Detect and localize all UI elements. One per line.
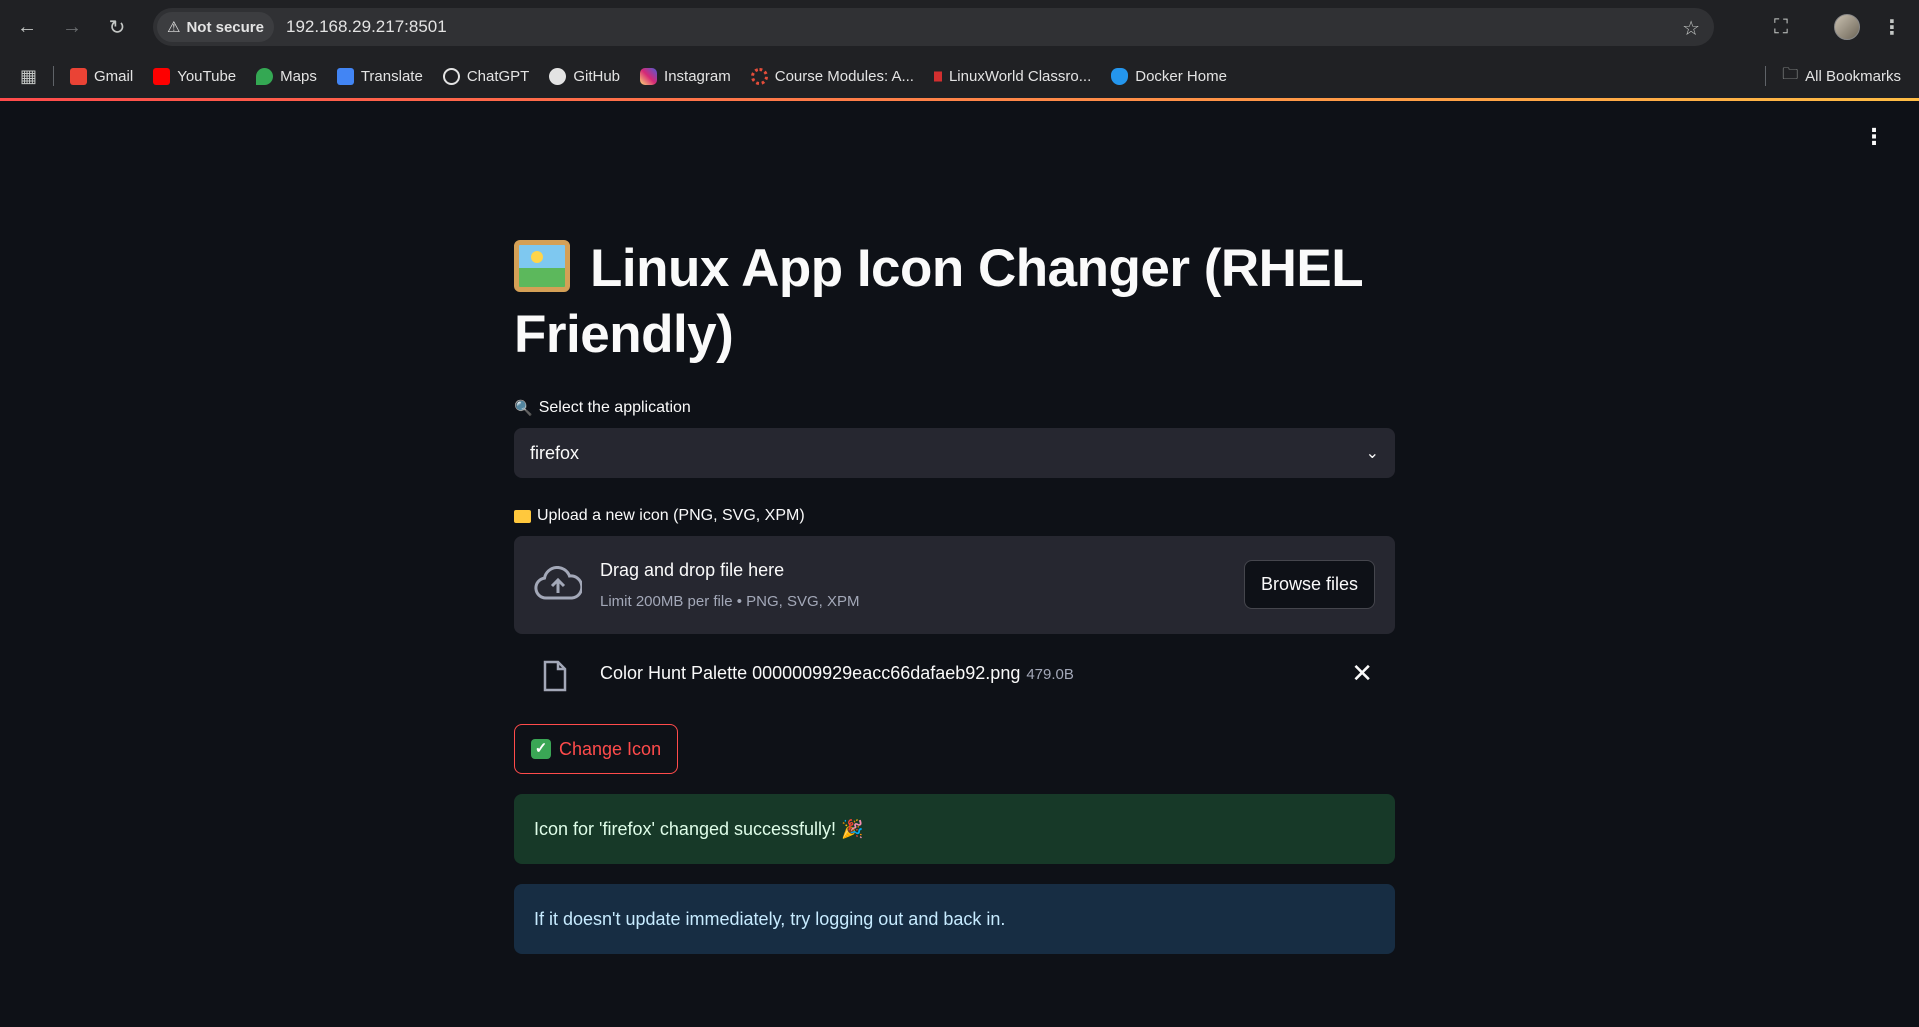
chatgpt-icon bbox=[442, 67, 460, 85]
bookmark-youtube[interactable]: YouTube bbox=[143, 61, 246, 91]
back-icon[interactable]: ← bbox=[12, 12, 42, 42]
bookmark-github[interactable]: GitHub bbox=[539, 61, 630, 91]
cloud-upload-icon bbox=[534, 566, 582, 600]
magnifier-icon: 🔍 bbox=[514, 400, 533, 417]
upload-label: Upload a new icon (PNG, SVG, XPM) bbox=[514, 504, 1395, 528]
all-bookmarks[interactable]: 🗀 All Bookmarks bbox=[1772, 61, 1919, 91]
bookmark-linuxworld[interactable]: LinuxWorld Classro... bbox=[924, 61, 1101, 91]
main-content: Linux App Icon Changer (RHEL Friendly) 🔍… bbox=[514, 236, 1395, 954]
all-bookmarks-label: All Bookmarks bbox=[1805, 67, 1901, 85]
bookmark-label: Translate bbox=[360, 67, 423, 85]
app-header-decoration bbox=[0, 98, 1919, 101]
bookmark-label: ChatGPT bbox=[466, 67, 530, 85]
instagram-icon bbox=[640, 67, 658, 85]
address-bar[interactable]: ⚠ Not secure 192.168.29.217:8501 ☆ bbox=[153, 8, 1714, 46]
application-select[interactable]: firefox ⌄ bbox=[514, 428, 1395, 478]
bookmark-label: Course Modules: A... bbox=[774, 67, 914, 85]
github-icon bbox=[549, 67, 567, 85]
maps-icon bbox=[256, 67, 274, 85]
selected-app-value: firefox bbox=[530, 442, 580, 463]
info-alert: If it doesn't update immediately, try lo… bbox=[514, 884, 1395, 954]
course-modules-icon bbox=[750, 67, 768, 85]
divider bbox=[1765, 66, 1767, 86]
bookmark-star-icon[interactable]: ☆ bbox=[1682, 16, 1700, 41]
app-menu-icon[interactable]: ⋮ bbox=[1863, 124, 1885, 150]
bookmark-chatgpt[interactable]: ChatGPT bbox=[433, 61, 540, 91]
bookmark-label: Maps bbox=[280, 67, 317, 85]
apps-grid-icon[interactable]: ▦ bbox=[0, 61, 47, 91]
change-icon-button[interactable]: ✓ Change Icon bbox=[514, 724, 679, 774]
folder-icon bbox=[514, 509, 531, 523]
bookmark-label: Gmail bbox=[94, 67, 134, 85]
select-label: 🔍 Select the application bbox=[514, 396, 1395, 420]
chevron-down-icon: ⌄ bbox=[1365, 445, 1379, 462]
success-alert: Icon for 'firefox' changed successfully!… bbox=[514, 794, 1395, 864]
translate-icon bbox=[336, 67, 354, 85]
warning-icon: ⚠ bbox=[167, 19, 181, 36]
bookmark-docker[interactable]: Docker Home bbox=[1101, 61, 1237, 91]
file-name: Color Hunt Palette 0000009929eacc66dafae… bbox=[600, 663, 1074, 684]
divider bbox=[53, 66, 55, 86]
bookmark-label: Docker Home bbox=[1135, 67, 1227, 85]
upload-label-text: Upload a new icon (PNG, SVG, XPM) bbox=[537, 507, 805, 524]
bookmark-instagram[interactable]: Instagram bbox=[630, 61, 741, 91]
remove-file-icon[interactable]: ✕ bbox=[1351, 658, 1373, 689]
browser-menu-icon[interactable]: ⋮ bbox=[1877, 12, 1907, 42]
uploaded-file-row: Color Hunt Palette 0000009929eacc66dafae… bbox=[514, 644, 1395, 704]
bookmarks-bar: ▦ Gmail YouTube Maps Translate ChatGPT G… bbox=[0, 54, 1919, 98]
file-dropzone[interactable]: Drag and drop file here Limit 200MB per … bbox=[514, 536, 1395, 634]
success-message: Icon for 'firefox' changed successfully!… bbox=[534, 818, 864, 839]
url-text[interactable]: 192.168.29.217:8501 bbox=[286, 17, 447, 37]
youtube-icon bbox=[153, 67, 171, 85]
check-mark-icon: ✓ bbox=[531, 739, 551, 759]
page-title: Linux App Icon Changer (RHEL Friendly) bbox=[514, 236, 1395, 368]
browse-files-button[interactable]: Browse files bbox=[1243, 560, 1375, 609]
file-size: 479.0B bbox=[1026, 666, 1074, 683]
change-icon-label: Change Icon bbox=[559, 738, 662, 759]
bookmark-label: Instagram bbox=[664, 67, 731, 85]
dropzone-title: Drag and drop file here bbox=[600, 560, 785, 580]
framed-picture-icon bbox=[514, 240, 570, 292]
bookmark-label: YouTube bbox=[177, 67, 237, 85]
file-icon bbox=[543, 660, 567, 692]
reload-icon[interactable]: ↻ bbox=[102, 12, 132, 42]
info-message: If it doesn't update immediately, try lo… bbox=[534, 908, 1006, 929]
browser-toolbar: ← → ↻ ⚠ Not secure 192.168.29.217:8501 ☆… bbox=[0, 0, 1919, 54]
profile-avatar[interactable] bbox=[1834, 14, 1860, 40]
extensions-icon[interactable]: ⛶ bbox=[1766, 12, 1796, 42]
bookmark-label: GitHub bbox=[573, 67, 621, 85]
bookmark-gmail[interactable]: Gmail bbox=[60, 61, 143, 91]
select-label-text: Select the application bbox=[538, 399, 691, 416]
bookmark-maps[interactable]: Maps bbox=[246, 61, 327, 91]
forward-icon[interactable]: → bbox=[57, 12, 87, 42]
file-name-text: Color Hunt Palette 0000009929eacc66dafae… bbox=[600, 663, 1021, 683]
folder-icon: 🗀 bbox=[1782, 65, 1799, 83]
gmail-icon bbox=[70, 67, 88, 85]
linuxworld-icon bbox=[933, 67, 942, 85]
dropzone-subtitle: Limit 200MB per file • PNG, SVG, XPM bbox=[600, 593, 860, 610]
page-title-text: Linux App Icon Changer (RHEL Friendly) bbox=[514, 239, 1363, 364]
docker-icon bbox=[1111, 67, 1129, 85]
bookmark-course-modules[interactable]: Course Modules: A... bbox=[741, 61, 924, 91]
bookmark-translate[interactable]: Translate bbox=[327, 61, 433, 91]
bookmark-label: LinuxWorld Classro... bbox=[948, 67, 1092, 85]
security-label: Not secure bbox=[186, 18, 264, 36]
security-chip[interactable]: ⚠ Not secure bbox=[157, 12, 274, 42]
